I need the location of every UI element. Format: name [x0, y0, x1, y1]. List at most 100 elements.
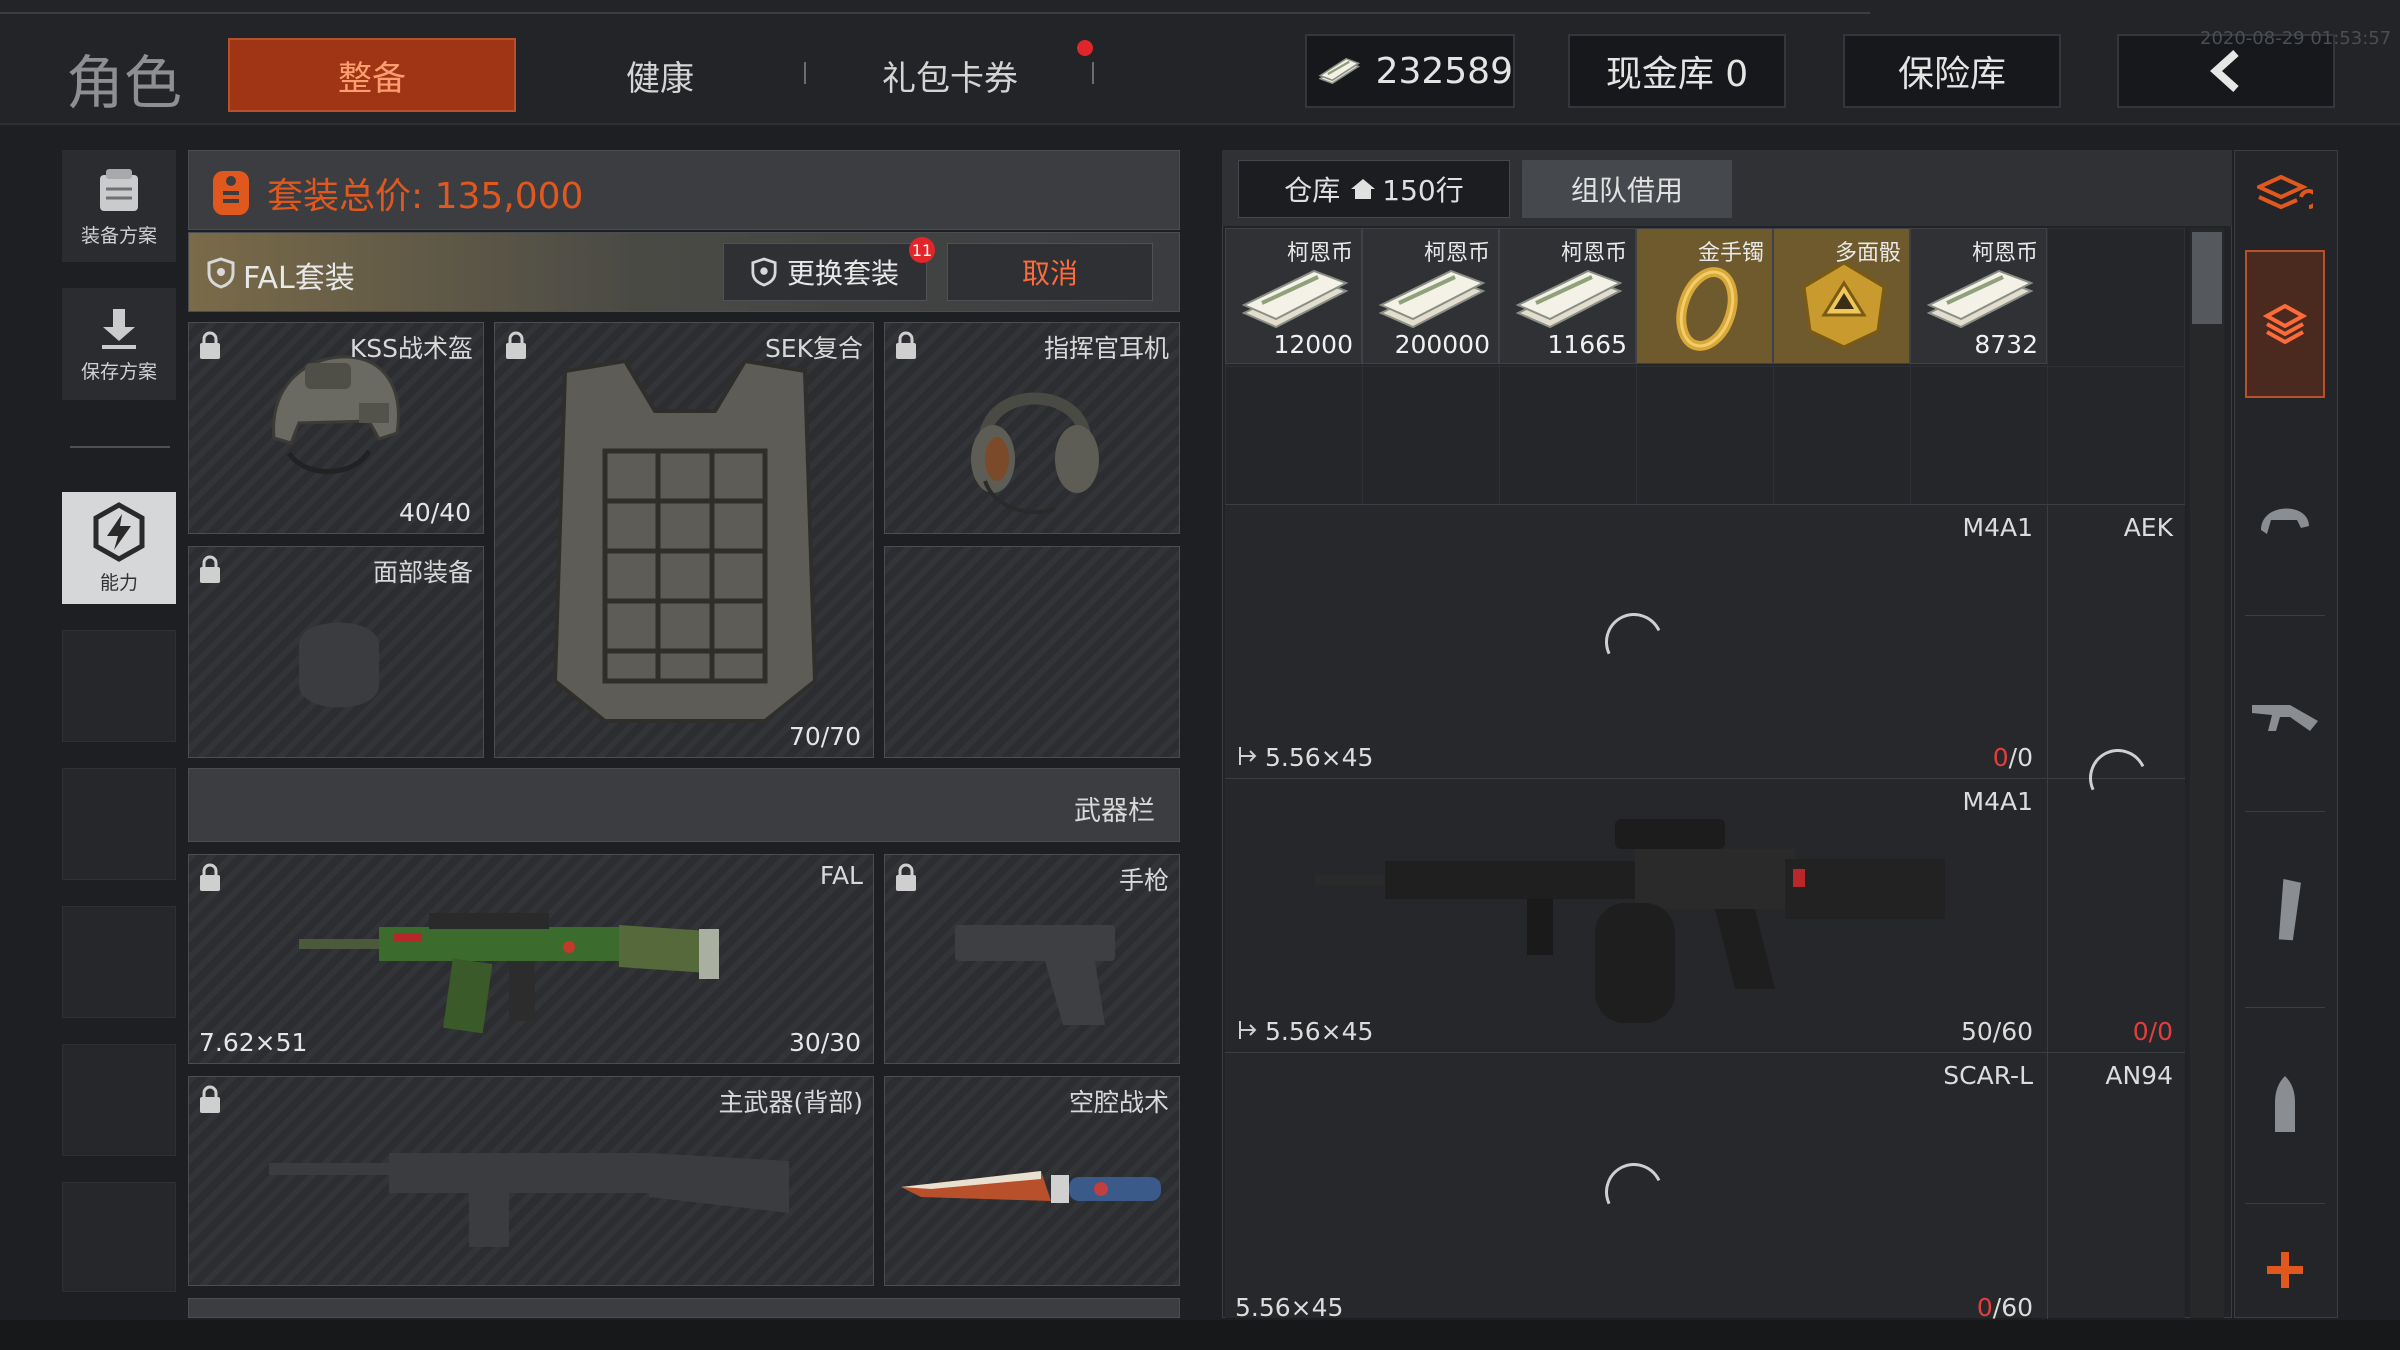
cash-vault-button[interactable]: 现金库 0 — [1568, 34, 1786, 108]
primary-weapon-ammo: 30/30 — [788, 1028, 861, 1057]
melee-name: 空腔战术 — [1068, 1088, 1169, 1117]
currency-display: 232589 — [1305, 34, 1515, 108]
change-preset-label: 更换套装 — [786, 257, 899, 290]
gun-ammo: 50/60 — [1960, 1017, 2033, 1046]
gun-name: M4A1 — [1962, 787, 2033, 816]
gun-cell-m4a1[interactable]: M4A1 5.56×45 50/60 — [1225, 779, 2048, 1053]
primary-weapon-slot[interactable]: FAL 7.62×51 30/30 — [188, 854, 874, 1064]
armor-name: SEK复合 — [764, 334, 863, 363]
item-cell-kohn-coin[interactable]: 柯恩币 8732 — [1910, 228, 2047, 364]
face-slot[interactable]: 面部装备 — [188, 546, 484, 758]
sidebar-empty-slot — [62, 768, 176, 880]
gun-cell-an94[interactable]: AN94 — [2049, 1053, 2185, 1319]
item-name: 柯恩币 — [1286, 241, 1353, 266]
currency-amount: 232589 — [1375, 50, 1513, 92]
sidebar-empty-slot — [62, 906, 176, 1018]
shield-icon — [751, 257, 777, 287]
body-armor-icon — [552, 358, 818, 723]
item-cell-polyhedral-dice[interactable]: 多面骰 — [1773, 228, 1910, 364]
item-cell-kohn-coin[interactable]: 柯恩币 12000 — [1225, 228, 1362, 364]
category-all[interactable] — [2245, 250, 2325, 398]
top-divider — [0, 12, 1870, 14]
item-cell-kohn-coin[interactable]: 柯恩币 11665 — [1499, 228, 1636, 364]
assault-rifle-icon — [299, 913, 719, 1034]
item-name: 金手镯 — [1697, 241, 1764, 266]
primary-weapon-name: FAL — [819, 861, 863, 890]
armor-slot[interactable]: SEK复合 70/70 — [494, 322, 874, 758]
gun-name: AEK — [2123, 513, 2173, 542]
helmet-slot[interactable]: KSS战术盔 40/40 — [188, 322, 484, 534]
warehouse-tab-label: 仓库 — [1284, 174, 1341, 207]
total-price-label: 套装总价: 135,000 — [267, 176, 584, 217]
tab-health[interactable]: 健康 — [560, 38, 760, 112]
home-icon — [1351, 179, 1376, 199]
cancel-button[interactable]: 取消 — [947, 243, 1153, 301]
ability-icon — [93, 501, 145, 562]
tab-gift-coupons[interactable]: 礼包卡券 — [850, 38, 1050, 112]
sidebar-item-save-plan[interactable]: 保存方案 — [62, 288, 176, 400]
melee-slot[interactable]: 空腔战术 — [884, 1076, 1180, 1286]
magazine-icon — [2278, 878, 2302, 940]
helmet-durability: 40/40 — [398, 498, 471, 527]
face-slot-label: 面部装备 — [372, 558, 473, 587]
headset-slot[interactable]: 指挥官耳机 — [884, 322, 1180, 534]
tab-warehouse[interactable]: 仓库 150行 — [1238, 160, 1510, 218]
tab-loadout[interactable]: 整备 — [228, 38, 516, 112]
chevron-left-icon — [2210, 50, 2239, 92]
lock-icon — [896, 331, 916, 359]
category-swap[interactable] — [2245, 160, 2325, 230]
headset-name: 指挥官耳机 — [1043, 334, 1169, 363]
add-category-button[interactable] — [2245, 1230, 2325, 1310]
change-preset-button[interactable]: 更换套装 — [723, 243, 927, 301]
gun-cell-aek[interactable]: AEK — [2049, 505, 2185, 779]
primary-weapon-caliber: 7.62×51 — [199, 1028, 308, 1057]
gun-cell-scar-l[interactable]: SCAR-L 5.56×45 0/60 — [1225, 1053, 2048, 1322]
tab-divider — [1092, 62, 1094, 84]
page-title: 角色 — [66, 49, 183, 117]
sidebar-item-label: 装备方案 — [80, 224, 157, 247]
safe-box-button[interactable]: 保险库 — [1843, 34, 2061, 108]
empty-slot[interactable] — [884, 546, 1180, 758]
sidebar-item-ability[interactable]: 能力 — [62, 492, 176, 604]
notification-dot — [1077, 40, 1093, 56]
gun-caliber: 5.56×45 — [1265, 1017, 1374, 1046]
gun-cell-side[interactable]: 0/0 — [2049, 740, 2185, 1053]
item-cell-gold-bracelet[interactable]: 金手镯 — [1636, 228, 1773, 364]
cash-stack-icon — [1515, 269, 1623, 329]
warehouse-gun-row: M4A1 5.56×45 0/0 AEK — [1225, 504, 2185, 779]
armor-durability: 70/70 — [788, 722, 861, 751]
face-mask-icon — [299, 622, 379, 708]
category-helmet[interactable] — [2245, 420, 2325, 616]
pistol-slot[interactable]: 手枪 — [884, 854, 1180, 1064]
cash-stack-icon — [1926, 269, 2034, 329]
item-count: 8732 — [1974, 330, 2038, 359]
price-tag-icon — [213, 171, 249, 215]
category-rifle[interactable] — [2245, 616, 2325, 812]
gun-caliber: 5.56×45 — [1265, 743, 1374, 772]
warehouse-scrollbar[interactable] — [2190, 228, 2224, 1318]
total-price-bar: 套装总价: 135,000 — [188, 150, 1180, 230]
tab-team-borrow[interactable]: 组队借用 — [1522, 160, 1732, 218]
warehouse-capacity: 150行 — [1382, 174, 1464, 207]
secondary-weapon-slot[interactable]: 主武器(背部) — [188, 1076, 874, 1286]
bottom-strip — [0, 1320, 2400, 1350]
item-name: 柯恩币 — [1423, 241, 1490, 266]
cash-stack-icon — [1318, 57, 1361, 85]
gun-ammo: 0/60 — [1976, 1293, 2033, 1322]
stack-icon — [2263, 303, 2307, 345]
sidebar-divider — [70, 446, 170, 448]
dice-icon — [1802, 261, 1886, 349]
sidebar-item-label: 保存方案 — [80, 360, 157, 383]
gun-cell-m4a1[interactable]: M4A1 5.56×45 0/0 — [1225, 505, 2048, 779]
sidebar-empty-slot — [62, 1182, 176, 1292]
sidebar-item-loadout-plans[interactable]: 装备方案 — [62, 150, 176, 262]
category-ammo[interactable] — [2245, 1008, 2325, 1204]
pistol-slot-label: 手枪 — [1118, 866, 1169, 895]
timestamp-overlay: 2020-08-29 01:53:57 — [2200, 28, 2392, 49]
sidebar-item-label: 能力 — [99, 571, 138, 594]
cash-stack-icon — [1241, 269, 1349, 329]
plus-icon — [2267, 1252, 2303, 1288]
item-cell-kohn-coin[interactable]: 柯恩币 200000 — [1362, 228, 1499, 364]
scrollbar-thumb[interactable] — [2192, 232, 2222, 324]
category-magazine[interactable] — [2245, 812, 2325, 1008]
